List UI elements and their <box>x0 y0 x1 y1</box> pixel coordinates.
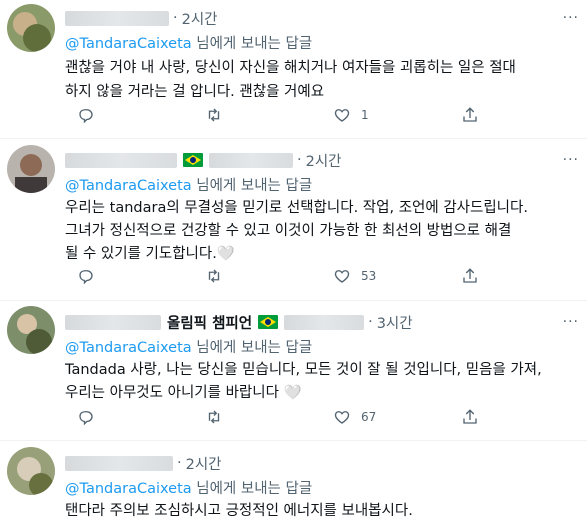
reply-icon <box>79 270 93 285</box>
tweet-actions: 1 <box>65 106 505 126</box>
reply-context: @TandaraCaixeta 님에게 보내는 답글 <box>65 481 313 497</box>
reply-icon <box>79 109 93 124</box>
tweet-actions: 53 <box>65 267 505 287</box>
tweet-header: · 2시간 <box>65 453 222 473</box>
share-icon <box>463 268 477 283</box>
timestamp[interactable]: 2시간 <box>182 8 218 29</box>
tweet-header: 올림픽 챔피언 · 3시간 <box>65 312 413 332</box>
retweet-icon <box>208 410 220 424</box>
heart-icon <box>334 411 350 424</box>
redacted-handle[interactable] <box>284 314 365 330</box>
redacted-username[interactable] <box>65 314 161 330</box>
divider <box>0 440 587 441</box>
timestamp[interactable]: 3시간 <box>377 312 413 333</box>
divider <box>0 300 587 301</box>
share-button[interactable] <box>461 267 479 285</box>
tweet-text-line: 괜찮을 거야 내 사랑, 당신이 자신을 해치거나 여자들을 괴롭히는 일은 절… <box>65 60 516 76</box>
mention-link[interactable]: @TandaraCaixeta <box>65 481 192 497</box>
redacted-username[interactable] <box>65 152 177 168</box>
more-options-icon[interactable]: ··· <box>563 314 579 330</box>
brazil-flag-icon <box>183 153 203 167</box>
reply-context: @TandaraCaixeta 님에게 보내는 답글 <box>65 340 313 356</box>
share-button[interactable] <box>461 408 479 426</box>
divider <box>0 138 587 139</box>
retweet-button[interactable] <box>205 106 223 124</box>
tweet-text-line: Tandada 사랑, 나는 당신을 믿습니다, 모든 것이 잘 될 것입니다,… <box>65 362 542 378</box>
tweet-text-line: 될 수 있기를 기도합니다.🤍 <box>65 246 235 262</box>
tweet-actions: 67 <box>65 408 505 428</box>
timestamp[interactable]: 2시간 <box>186 453 222 474</box>
mention-link[interactable]: @TandaraCaixeta <box>65 340 192 356</box>
tweet-text-line: 우리는 아무것도 아니기를 바랍니다 🤍 <box>65 385 302 401</box>
reply-context: @TandaraCaixeta 님에게 보내는 답글 <box>65 178 313 194</box>
share-button[interactable] <box>461 106 479 124</box>
retweet-icon <box>208 269 220 283</box>
share-icon <box>463 107 477 122</box>
retweet-icon <box>208 108 220 122</box>
heart-icon <box>334 109 350 122</box>
heart-icon <box>334 270 350 283</box>
tweet-text-line: 그녀가 정신적으로 건강할 수 있고 이것이 가능한 한 최선의 방법으로 해결 <box>65 223 512 239</box>
avatar[interactable] <box>7 306 55 354</box>
like-button[interactable]: 67 <box>333 408 376 426</box>
mention-link[interactable]: @TandaraCaixeta <box>65 36 192 52</box>
avatar[interactable] <box>7 4 55 52</box>
retweet-button[interactable] <box>205 267 223 285</box>
reply-context: @TandaraCaixeta 님에게 보내는 답글 <box>65 36 313 52</box>
reply-button[interactable] <box>77 267 95 285</box>
brazil-flag-icon <box>258 315 279 329</box>
like-count: 67 <box>361 410 377 424</box>
tweet-text-line: 우리는 tandara의 무결성을 믿기로 선택합니다. 작업, 조언에 감사드… <box>65 200 528 216</box>
reply-button[interactable] <box>77 106 95 124</box>
redacted-username[interactable] <box>65 455 173 471</box>
reply-button[interactable] <box>77 408 95 426</box>
like-count: 1 <box>361 108 369 122</box>
redacted-handle[interactable] <box>209 152 293 168</box>
tweet-header: · 2시간 <box>65 150 342 170</box>
more-options-icon[interactable]: ··· <box>563 152 579 168</box>
avatar[interactable] <box>7 447 55 495</box>
display-name[interactable]: 올림픽 챔피언 <box>167 312 252 333</box>
like-count: 53 <box>361 269 377 283</box>
avatar[interactable] <box>7 145 55 193</box>
retweet-button[interactable] <box>205 408 223 426</box>
like-button[interactable]: 53 <box>333 267 376 285</box>
timestamp[interactable]: 2시간 <box>306 150 342 171</box>
share-icon <box>463 409 477 424</box>
like-button[interactable]: 1 <box>333 106 369 124</box>
tweet-text-line: 하지 않을 거라는 걸 압니다. 괜찮을 거예요 <box>65 84 325 100</box>
tweet-header: · 2시간 <box>65 8 218 28</box>
redacted-username[interactable] <box>65 10 169 26</box>
tweet-text-line: 탠다라 주의보 조심하시고 긍정적인 에너지를 보내봅시다. <box>65 503 413 519</box>
reply-icon <box>79 411 93 426</box>
mention-link[interactable]: @TandaraCaixeta <box>65 178 192 194</box>
more-options-icon[interactable]: ··· <box>563 10 579 26</box>
